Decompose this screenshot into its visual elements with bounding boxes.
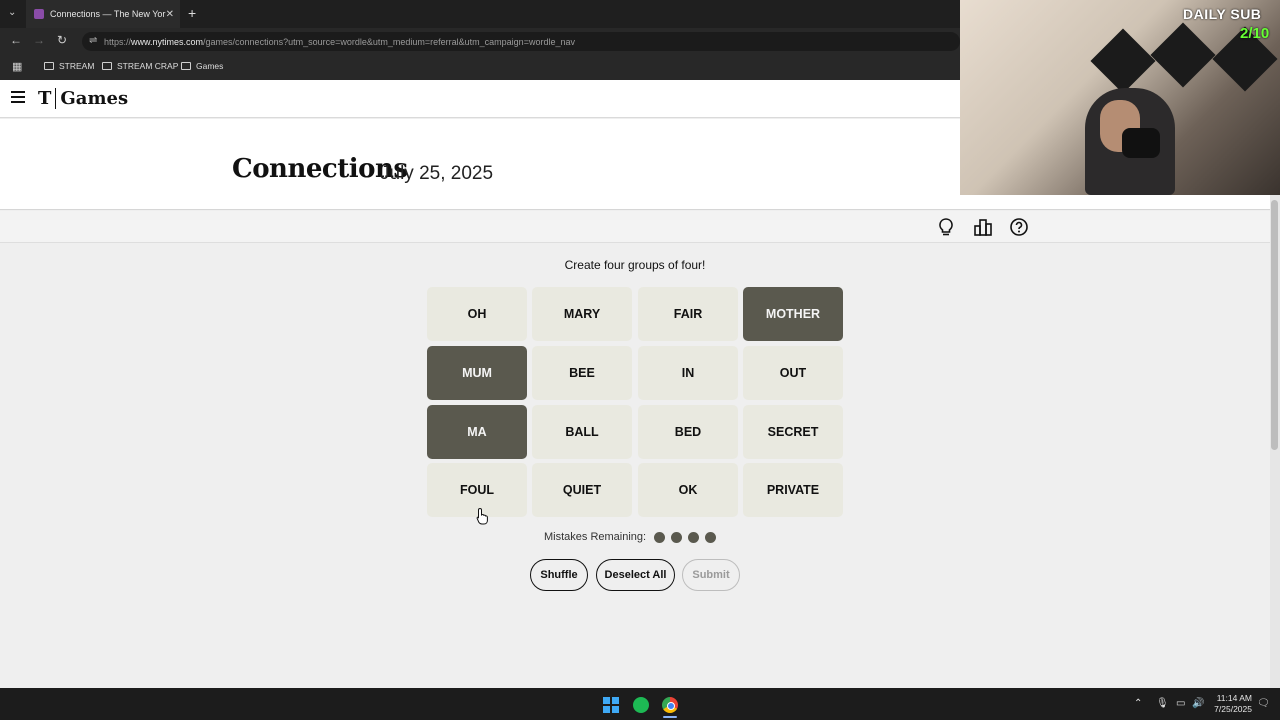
daily-sub-label: DAILY SUB (1183, 6, 1262, 22)
word-grid: OH MARY FAIR MOTHER MUM BEE IN OUT MA BA… (427, 287, 843, 517)
scrollbar-thumb[interactable] (1271, 200, 1278, 450)
notifications-icon[interactable]: 🗨 (1257, 698, 1270, 709)
hint-lightbulb-icon[interactable] (936, 217, 956, 237)
volume-icon[interactable]: 🔊 (1192, 698, 1204, 709)
games-wordmark: Games (60, 88, 129, 109)
new-tab-plus-icon[interactable]: + (188, 5, 196, 21)
submit-button[interactable]: Submit (682, 559, 740, 591)
windows-start-icon[interactable] (603, 697, 619, 713)
bookmark-stream[interactable]: STREAM (44, 61, 94, 71)
word-tile[interactable]: FAIR (638, 287, 738, 341)
browser-tab-connections[interactable]: Connections — The New York T ✕ (26, 0, 180, 28)
word-tile[interactable]: MA (427, 405, 527, 459)
daily-sub-count: 2/10 (1240, 25, 1270, 42)
word-tile[interactable]: MUM (427, 346, 527, 400)
reload-icon[interactable]: ↻ (57, 33, 67, 47)
bookmark-label: Games (196, 61, 224, 71)
word-tile[interactable]: OUT (743, 346, 843, 400)
taskbar-clock[interactable]: 11:14 AM 7/25/2025 (1210, 693, 1252, 715)
bookmark-label: STREAM (59, 61, 95, 71)
mistake-dot (688, 531, 700, 543)
site-info-icon[interactable]: ⇌ (89, 35, 97, 46)
folder-icon (44, 62, 54, 70)
clock-time: 11:14 AM (1216, 693, 1252, 703)
puzzle-date: July 25, 2025 (380, 163, 494, 184)
nyt-games-favicon-icon (34, 9, 44, 19)
toolbar-band (0, 211, 1270, 243)
bookmark-label: STREAM CRAP (117, 61, 179, 71)
bookmark-games[interactable]: Games (181, 61, 223, 71)
url-scheme: https:// (104, 36, 132, 47)
folder-icon (102, 62, 112, 70)
word-tile[interactable]: BEE (532, 346, 632, 400)
word-tile[interactable]: MOTHER (743, 287, 843, 341)
wall-panel (1150, 22, 1216, 88)
deselect-all-button[interactable]: Deselect All (596, 559, 675, 591)
mistake-dots (654, 531, 722, 543)
mistake-dot (705, 531, 717, 543)
shuffle-button[interactable]: Shuffle (530, 559, 588, 591)
word-tile[interactable]: MARY (532, 287, 632, 341)
microphone-tray-icon[interactable]: 🎙 (1156, 698, 1169, 709)
folder-icon (181, 62, 191, 70)
active-app-indicator (663, 716, 677, 718)
instructions-text: Create four groups of four! (564, 258, 706, 272)
mistake-dot (654, 531, 666, 543)
wall-panel (1090, 28, 1156, 94)
spotify-icon[interactable] (633, 697, 649, 713)
mistakes-label: Mistakes Remaining: (544, 531, 647, 543)
hand-cursor-icon (476, 507, 488, 525)
address-bar[interactable]: https://www.nytimes.com/games/connection… (82, 32, 960, 51)
word-tile[interactable]: IN (638, 346, 738, 400)
nyt-t-logo: T (38, 88, 57, 109)
apps-grid-icon[interactable]: ▦ (12, 60, 22, 73)
word-tile[interactable]: SECRET (743, 405, 843, 459)
word-tile[interactable]: BALL (532, 405, 632, 459)
mistakes-remaining: Mistakes Remaining: (544, 531, 722, 543)
leaderboard-icon[interactable] (973, 217, 993, 237)
tab-title: Connections — The New York T (50, 9, 166, 19)
chrome-icon[interactable] (662, 697, 678, 713)
help-question-icon[interactable] (1009, 217, 1029, 237)
word-tile[interactable]: OK (638, 463, 738, 517)
bookmark-stream-crap[interactable]: STREAM CRAP (102, 61, 178, 71)
forward-arrow-icon[interactable]: → (33, 33, 45, 47)
word-tile[interactable]: QUIET (532, 463, 632, 517)
word-tile[interactable]: PRIVATE (743, 463, 843, 517)
network-icon[interactable]: ▭ (1176, 698, 1185, 709)
word-tile[interactable]: BED (638, 405, 738, 459)
tray-chevron-up-icon[interactable]: ⌃ (1134, 698, 1142, 709)
clock-date: 7/25/2025 (1214, 704, 1252, 714)
url-path: /games/connections?utm_source=wordle&utm… (203, 36, 575, 47)
mistake-dot (671, 531, 683, 543)
hamburger-menu-icon[interactable] (11, 91, 25, 103)
tab-close-icon[interactable]: ✕ (166, 9, 174, 20)
site-header (0, 80, 960, 118)
back-arrow-icon[interactable]: ← (10, 33, 22, 47)
tab-search-chevron-icon[interactable]: ⌄ (8, 7, 16, 18)
word-tile[interactable]: OH (427, 287, 527, 341)
microphone (1122, 128, 1160, 158)
nyt-games-logo[interactable]: T Games (38, 88, 128, 109)
url-domain: www.nytimes.com (131, 36, 204, 47)
